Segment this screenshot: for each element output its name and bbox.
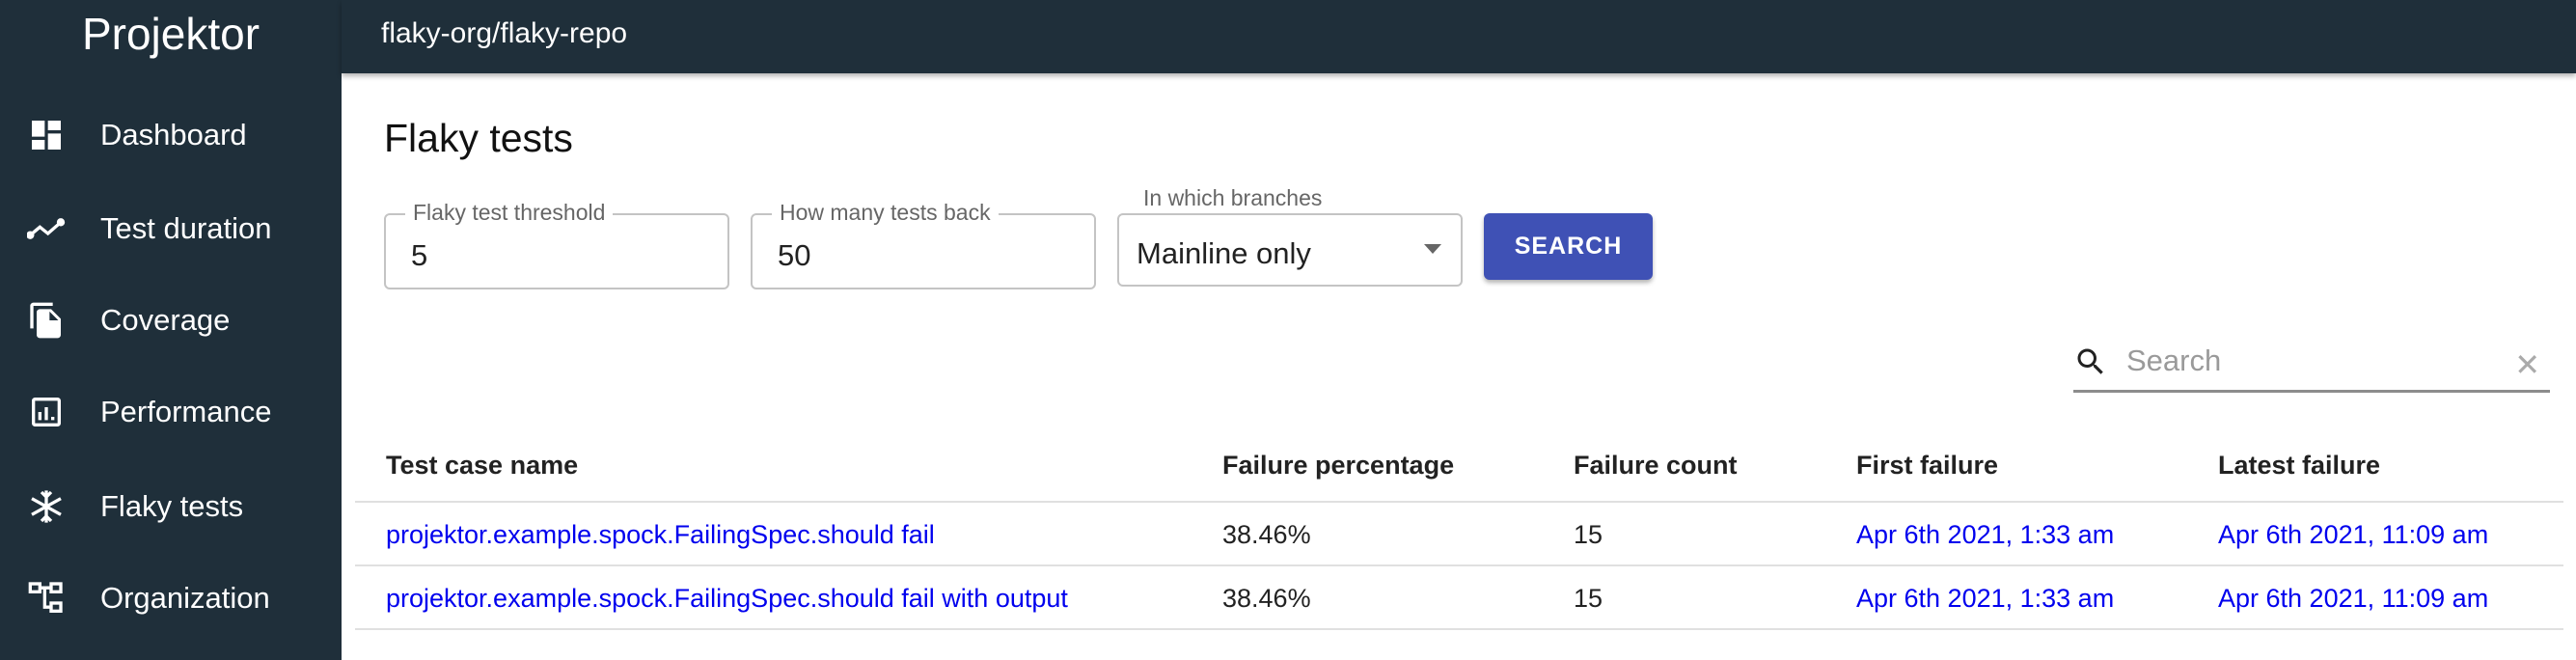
latest-failure-link[interactable]: Apr 6th 2021, 11:09 am [2218,520,2488,550]
tests-back-input[interactable] [753,215,1094,288]
account-tree-icon [28,582,63,613]
repo-name: flaky-org/flaky-repo [381,17,628,49]
bar-chart-icon [32,398,61,426]
search-icon [2077,348,2103,374]
column-header[interactable]: Failure percentage [1222,451,1454,481]
column-header[interactable]: Failure count [1574,451,1738,481]
sidebar-item-label: Organization [100,581,270,615]
table-search: ✕ [2073,333,2550,393]
app-logo[interactable]: Projektor [0,8,342,60]
column-header[interactable]: Test case name [386,451,578,481]
flaky-threshold-input[interactable] [386,215,727,288]
sidebar-item-label: Flaky tests [100,489,244,523]
sidebar: Projektor Dashboard Test duration Covera… [0,0,342,660]
top-bar: flaky-org/flaky-repo [342,0,2576,73]
sidebar-item-coverage[interactable]: Coverage [0,277,342,364]
column-header[interactable]: First failure [1856,451,1998,481]
flaky-threshold-field: Flaky test threshold [384,200,729,289]
failure-percentage: 38.46% [1222,584,1311,613]
close-icon[interactable]: ✕ [2514,346,2540,383]
search-button[interactable]: SEARCH [1484,213,1653,280]
page-title: Flaky tests [384,116,573,160]
dashboard-icon [32,121,61,150]
test-case-link[interactable]: projektor.example.spock.FailingSpec.shou… [386,584,1068,614]
failure-count: 15 [1574,520,1603,549]
sidebar-item-flaky-tests[interactable]: Flaky tests [0,463,342,550]
search-input[interactable] [2126,337,2474,385]
table-row: projektor.example.spock.FailingSpec.shou… [355,566,2563,630]
sidebar-item-dashboard[interactable]: Dashboard [0,92,342,179]
sidebar-item-label: Test duration [100,211,272,245]
tests-back-field: How many tests back [751,200,1096,289]
sidebar-item-organization[interactable]: Organization [0,555,342,642]
sidebar-item-label: Dashboard [100,118,247,151]
column-header[interactable]: Latest failure [2218,451,2380,481]
caret-down-icon [1424,244,1441,254]
sidebar-item-label: Coverage [100,303,231,337]
first-failure-link[interactable]: Apr 6th 2021, 1:33 am [1856,520,2114,550]
file-copy-icon [30,302,61,339]
branches-value: Mainline only [1137,236,1311,270]
first-failure-link[interactable]: Apr 6th 2021, 1:33 am [1856,584,2114,614]
table-header-row: Test case name Failure percentage Failur… [355,439,2563,503]
sidebar-item-label: Performance [100,395,272,428]
table-row: projektor.example.spock.FailingSpec.shou… [355,503,2563,566]
test-case-link[interactable]: projektor.example.spock.FailingSpec.shou… [386,520,935,550]
failure-count: 15 [1574,584,1603,613]
latest-failure-link[interactable]: Apr 6th 2021, 11:09 am [2218,584,2488,614]
branches-label: In which branches [1143,185,1323,210]
failure-percentage: 38.46% [1222,520,1311,549]
timeline-icon [27,218,66,239]
sidebar-item-test-duration[interactable]: Test duration [0,185,342,272]
flaky-tests-table: Test case name Failure percentage Failur… [355,439,2563,630]
sidebar-item-performance[interactable]: Performance [0,369,342,455]
branches-select[interactable]: Mainline only [1117,213,1463,287]
snowflake-icon [31,490,62,523]
